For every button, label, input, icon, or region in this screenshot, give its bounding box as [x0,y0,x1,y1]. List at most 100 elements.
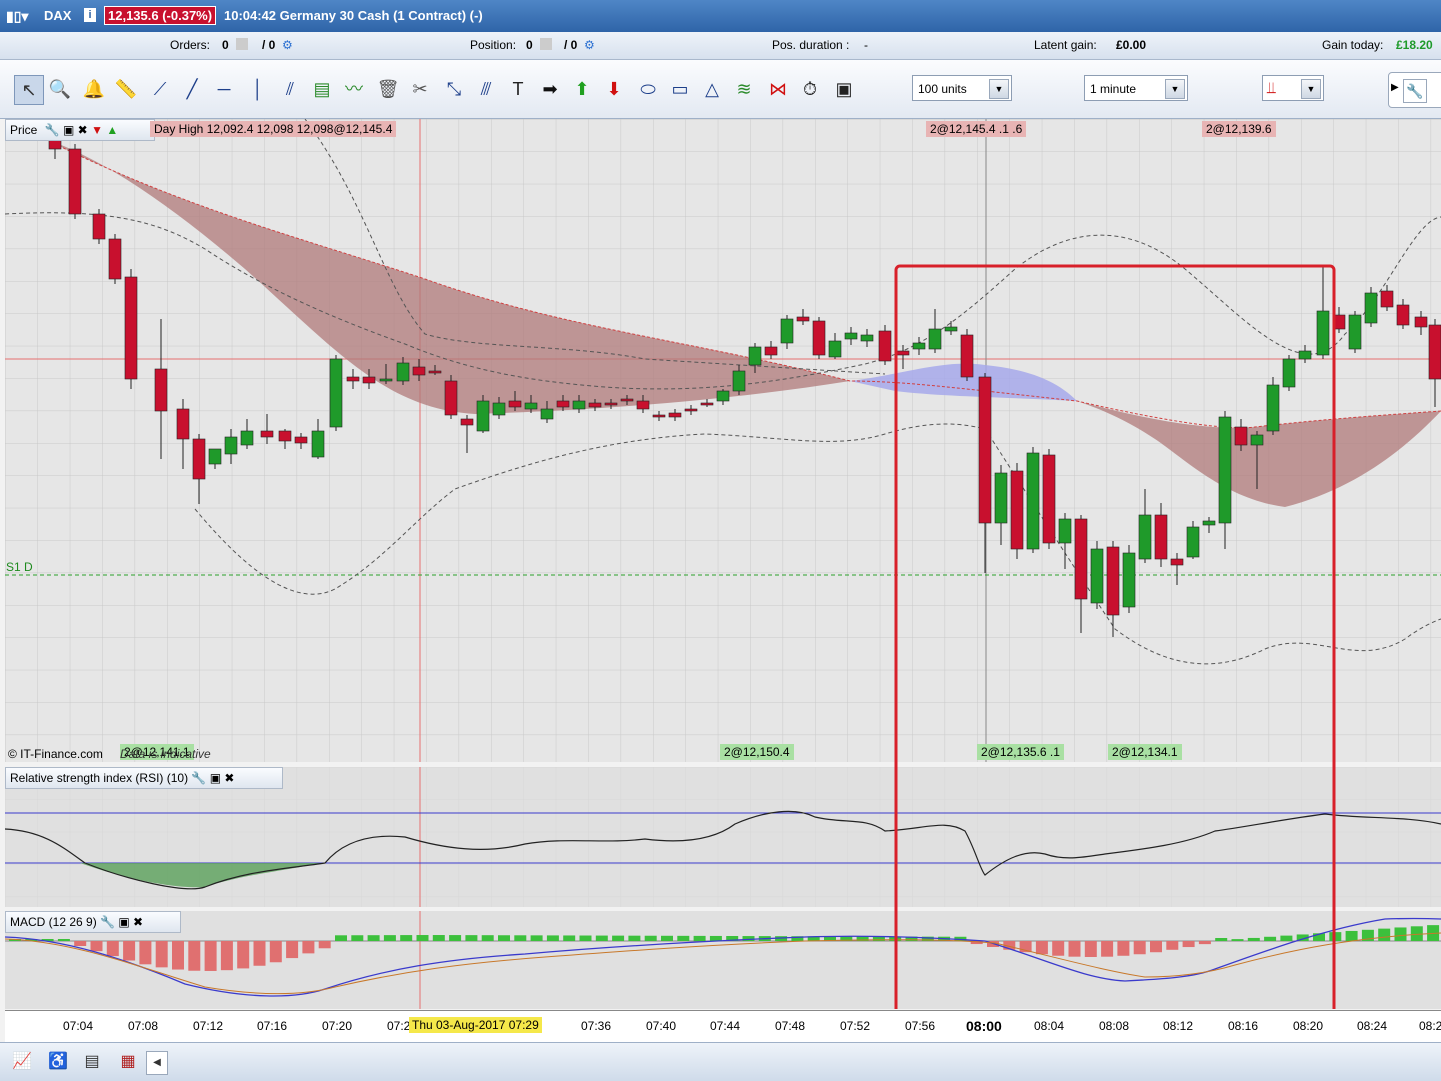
layout-icon[interactable]: ▦ [116,1051,140,1073]
parallel-channel-icon[interactable]: ⫽ [276,75,304,103]
gann-icon[interactable]: ⋈ [764,75,792,103]
price-badge: 12,135.6 (-0.37%) [104,6,217,25]
drawing-toolbar: ↖ 🔍 🔔 📏 ⟋ ╱ ─ │ ⫽ ▤ 〰 🗑 ✂ ⤡ ⫻ T ➡ ⬆ ⬇ ⬭ … [0,60,1441,119]
fan-icon[interactable]: ⫻ [472,75,500,103]
macd-histogram-bar [1084,941,1097,957]
wrench-icon[interactable]: 🔧 [191,771,206,785]
text-tool-icon[interactable]: T [504,75,532,103]
cancel-orders-icon[interactable] [236,38,248,50]
macd-histogram-bar [155,941,168,968]
rsi-panel-title: Relative strength index (RSI) (10) [10,771,189,785]
orders-gear-icon[interactable]: ⚙ [282,38,293,52]
macd-histogram-bar [318,941,331,949]
candle-body [240,430,254,446]
pointer-tool-icon[interactable]: ↖ [14,75,44,105]
position-total: / 0 [564,38,578,52]
candle-body [329,358,343,428]
time-label: 07:08 [128,1019,159,1033]
gain-today-label: Gain today: [1322,38,1384,52]
candle-body [928,328,942,350]
wrench-icon[interactable]: 🔧 [100,915,115,929]
ellipse-icon[interactable]: ⬭ [634,75,662,103]
close-icon[interactable]: ✖ [224,771,234,785]
buy-arrow-icon[interactable]: ⬆ [568,75,596,103]
macd-histogram-bar [416,935,429,941]
add-chart-icon[interactable]: 📈 [10,1051,34,1073]
close-icon[interactable]: ✖ [78,123,88,137]
candle-body [878,330,892,362]
candle-body [732,370,746,392]
buy-icon[interactable]: ▲ [106,123,118,137]
macd-histogram-bar [1035,941,1048,955]
order-tag-top-2: 2@12,139.6 [1202,121,1276,137]
close-position-icon[interactable] [540,38,552,50]
units-select[interactable]: 100 units ▼ [912,75,1012,101]
price-panel-title: Price [10,123,38,137]
maximize-icon[interactable]: ▣ [118,915,129,929]
candle-body [1250,434,1264,446]
macd-histogram-bar [1378,928,1391,941]
instrument-name[interactable]: DAX [44,8,71,23]
maximize-icon[interactable]: ▣ [210,771,221,785]
position-value: 0 [526,38,533,52]
pitchfork-icon[interactable]: 〰 [340,75,368,103]
vertical-line-icon[interactable]: │ [244,75,272,103]
candle-body [1364,292,1378,324]
candle-body [154,368,168,412]
wrench-icon[interactable]: 🔧 [45,123,60,137]
macd-histogram-bar [579,935,592,941]
clock-icon[interactable]: ⏱ [796,75,824,103]
macd-histogram-bar [237,941,250,969]
list-icon[interactable]: ▤ [80,1051,104,1073]
candle-body [208,448,222,465]
macd-histogram-bar [106,941,119,957]
maximize-icon[interactable]: ▣ [63,123,74,137]
macd-histogram-bar [1280,935,1293,941]
position-gear-icon[interactable]: ⚙ [584,38,595,52]
ruler-icon[interactable]: 📏 [112,75,140,103]
segment-line-icon[interactable]: ⟋ [146,75,174,103]
candle-body [524,402,538,410]
macd-histogram-bar [269,941,282,963]
regression-channel-icon[interactable]: ▤ [308,75,336,103]
tools-icon[interactable]: ✂ [406,75,434,103]
candle-body [508,400,522,408]
position-info-bar: Orders: 0 / 0 ⚙ Position: 0 / 0 ⚙ Pos. d… [0,32,1441,60]
zoom-icon[interactable]: 🔍 [46,75,74,103]
sell-arrow-icon[interactable]: ⬇ [600,75,628,103]
macd-histogram-bar [286,941,299,959]
trend-line-icon[interactable]: ╱ [178,75,206,103]
candle-body [748,346,762,366]
scroll-left-icon[interactable]: ◀ [146,1051,168,1075]
fibonacci-icon[interactable]: ⤡ [440,75,468,103]
wave-icon[interactable]: ≋ [730,75,758,103]
indicators-menu-button[interactable]: ⫫ ▼ [1262,75,1324,101]
chart-icon[interactable]: ▮▯▾ [6,8,28,25]
wrench-icon[interactable]: 🔧 [1403,79,1427,103]
triangle-icon[interactable]: △ [698,75,726,103]
arrow-tool-icon[interactable]: ➡ [536,75,564,103]
candle-body [636,400,650,410]
expand-icon[interactable]: ▶ [1391,82,1399,93]
trash-icon[interactable]: 🗑 [374,75,402,103]
macd-histogram-bar [1345,930,1358,941]
macd-histogram-bar [188,941,201,971]
time-label: 07:44 [710,1019,741,1033]
info-icon[interactable]: i [84,8,96,22]
macd-panel-bg [5,911,1441,1009]
horizontal-line-icon[interactable]: ─ [210,75,238,103]
close-icon[interactable]: ✖ [133,915,143,929]
text-box-icon[interactable]: ▣ [830,75,858,103]
chart-area[interactable] [5,119,1441,1009]
sell-icon[interactable]: ▼ [91,123,103,137]
latent-gain-label: Latent gain: [1034,38,1097,52]
alert-bell-icon[interactable]: 🔔 [80,75,108,103]
candle-body [700,402,714,406]
macd-histogram-bar [1166,941,1179,950]
compare-icon[interactable]: ♿ [46,1051,70,1073]
rectangle-icon[interactable]: ▭ [666,75,694,103]
macd-histogram-bar [1133,941,1146,955]
candle-body [716,390,730,402]
time-label: 07:12 [193,1019,224,1033]
interval-select[interactable]: 1 minute ▼ [1084,75,1188,101]
